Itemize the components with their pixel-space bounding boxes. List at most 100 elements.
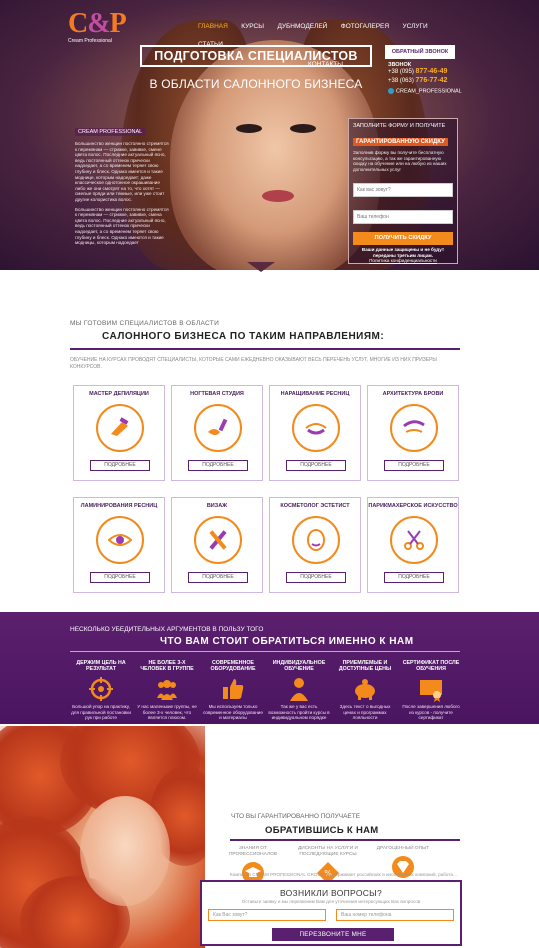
more-button[interactable]: ПОДРОБНЕЕ: [384, 572, 444, 583]
argument-desc: У нас маленькие группы, не более 3-х чел…: [137, 704, 197, 720]
course-card-brows[interactable]: АРХИТЕКТУРА БРОВИ ПОДРОБНЕЕ: [367, 385, 459, 481]
argument-certificate: СЕРТИФИКАТ ПОСЛЕ ОБУЧЕНИЯ После завершен…: [400, 660, 462, 721]
phone-number-2[interactable]: +38 (063) 776-77-42: [388, 77, 447, 84]
form-description: Заполнив форму вы получите бесплатную ко…: [353, 150, 447, 172]
argument-title: ПРИЕМЛЕМЫЕ И ДОСТУПНЫЕ ЦЕНЫ: [338, 660, 392, 673]
nav-item-gallery[interactable]: ФОТОГАЛЕРЕЯ: [341, 23, 389, 30]
piggy-bank-icon: [352, 676, 378, 702]
thumbs-up-icon: [220, 676, 246, 702]
argument-desc: Мы используем только современное оборудо…: [203, 704, 263, 720]
guarantee-subtitle: ЧТО ВЫ ГАРАНТИРОВАННО ПОЛУЧАЕТЕ: [231, 813, 361, 820]
nav-item-home[interactable]: ГЛАВНАЯ: [198, 23, 228, 30]
argument-individual: ИНДИВИДУАЛЬНОЕ ОБУЧЕНИЕ Так же у вас ест…: [268, 660, 330, 721]
group-icon: [154, 676, 180, 702]
target-icon: [88, 676, 114, 702]
course-title: НОГТЕВАЯ СТУДИЯ: [190, 391, 244, 397]
course-card-lash-lamination[interactable]: ЛАМИНИРОВАНИЯ РЕСНИЦ ПОДРОБНЕЕ: [73, 497, 165, 593]
logo-mark: C&P: [68, 8, 127, 39]
argument-title: ДЕРЖИМ ЦЕЛЬ НА РЕЗУЛЬТАТ: [76, 660, 126, 673]
guarantee-label: ЗНАНИЯ ОТ ПРОФЕССИОНАЛОВ: [228, 846, 278, 857]
course-title: КОСМЕТОЛОГ ЭСТЕТИСТ: [280, 503, 350, 509]
eye-icon: [96, 516, 144, 564]
course-title: ЛАМИНИРОВАНИЯ РЕСНИЦ: [80, 503, 158, 509]
call-me-button[interactable]: ПЕРЕЗВОНИТЕ МНЕ: [272, 928, 394, 941]
eyelash-icon: [292, 404, 340, 452]
more-button[interactable]: ПОДРОБНЕЕ: [384, 460, 444, 471]
privacy-note: Ваши данные защищены и не будут переданы…: [361, 247, 445, 263]
hero-eye-left: [236, 124, 262, 133]
guarantee-label: ДРАГОЦЕННЫЙ ОПЫТ: [376, 846, 430, 851]
arguments-subtitle: НЕСКОЛЬКО УБЕДИТЕЛЬНЫХ АРГУМЕНТОВ В ПОЛЬ…: [70, 626, 264, 633]
name-input[interactable]: [353, 183, 453, 197]
argument-desc: Здесь текст о выгодных ценах и программа…: [339, 704, 391, 720]
argument-title: СОВРЕМЕННОЕ ОБОРУДОВАНИЕ: [210, 660, 256, 673]
course-title: ВИЗАЖ: [206, 503, 228, 509]
more-button[interactable]: ПОДРОБНЕЕ: [90, 572, 150, 583]
course-title: НАРАЩИВАНИЕ РЕСНИЦ: [280, 391, 350, 397]
directions-subtitle: МЫ ГОТОВИМ СПЕЦИАЛИСТОВ В ОБЛАСТИ: [70, 320, 220, 327]
person-icon: [286, 676, 312, 702]
questions-text: Оставьте заявку и мы перезвоним Вам для …: [241, 899, 421, 904]
arguments-divider: [70, 651, 460, 652]
hero-subtitle: В ОБЛАСТИ САЛОННОГО БИЗНЕСА: [149, 77, 363, 91]
argument-title: НЕ БОЛЕЕ 3-Х ЧЕЛОВЕК В ГРУППЕ: [140, 660, 194, 673]
guarantee-label: ДИСКОНТЫ НА УСЛУГИ И ПОСЛЕДУЮЩИЕ КУРСЫ: [298, 846, 358, 857]
certificate-icon: [418, 676, 444, 702]
argument-title: СЕРТИФИКАТ ПОСЛЕ ОБУЧЕНИЯ: [402, 660, 460, 673]
course-card-hairdressing[interactable]: ПАРИКМАХЕРСКОЕ ИСКУССТВО ПОДРОБНЕЕ: [367, 497, 459, 593]
red-hair-model-photo: [0, 726, 205, 948]
more-button[interactable]: ПОДРОБНЕЕ: [286, 572, 346, 583]
argument-desc: Так же у вас есть возможность пройти кур…: [268, 704, 330, 720]
privacy-policy-link[interactable]: Политика конфиденциальности: [369, 258, 437, 263]
nav-item-services[interactable]: УСЛУГИ: [403, 23, 428, 30]
argument-desc: Большой упор на практику, для правильной…: [71, 704, 131, 720]
course-card-depilation[interactable]: МАСТЕР ДЕПИЛЯЦИИ ПОДРОБНЕЕ: [73, 385, 165, 481]
face-icon: [292, 516, 340, 564]
hero-paragraph-1: Большинство женщин постоянно стремятся к…: [75, 141, 169, 202]
eyebrow-icon: [390, 404, 438, 452]
course-card-lashes[interactable]: НАРАЩИВАНИЕ РЕСНИЦ ПОДРОБНЕЕ: [269, 385, 361, 481]
more-button[interactable]: ПОДРОБНЕЕ: [90, 460, 150, 471]
instagram-link[interactable]: CREAM_PROFESSIONAL: [388, 88, 462, 94]
course-title: АРХИТЕКТУРА БРОВИ: [382, 391, 444, 397]
question-name-input[interactable]: Как Вас зовут?: [208, 909, 326, 921]
hero-paragraph-2: Большинство женщин постоянно стремятся к…: [75, 206, 169, 246]
more-button[interactable]: ПОДРОБНЕЕ: [188, 460, 248, 471]
nav-item-courses[interactable]: КУРСЫ: [241, 23, 264, 30]
phone-number-1[interactable]: +38 (095) 877-46-49: [388, 68, 447, 75]
phone-input[interactable]: [353, 210, 453, 224]
logo[interactable]: C&P Cream Professional: [68, 8, 130, 44]
nav-item-models[interactable]: ДУБНМОДЕЛЕЙ: [277, 23, 327, 30]
argument-equipment: СОВРЕМЕННОЕ ОБОРУДОВАНИЕ Мы используем т…: [202, 660, 264, 721]
arguments-title: ЧТО ВАМ СТОИТ ОБРАТИТЬСЯ ИМЕННО К НАМ: [160, 636, 414, 647]
instagram-icon: [388, 88, 394, 94]
course-card-makeup[interactable]: ВИЗАЖ ПОДРОБНЕЕ: [171, 497, 263, 593]
course-card-nails[interactable]: НОГТЕВАЯ СТУДИЯ ПОДРОБНЕЕ: [171, 385, 263, 481]
callback-button[interactable]: ОБРАТНЫЙ ЗВОНОК: [385, 45, 455, 59]
hero-lips: [262, 190, 294, 202]
more-button[interactable]: ПОДРОБНЕЕ: [286, 460, 346, 471]
directions-description: ОБУЧЕНИЕ НА КУРСАХ ПРОВОДЯТ СПЕЦИАЛИСТЫ,…: [70, 357, 437, 370]
questions-form: ВОЗНИКЛИ ВОПРОСЫ? Оставьте заявку и мы п…: [200, 880, 462, 946]
guarantee-title: ОБРАТИВШИСЬ К НАМ: [265, 825, 379, 836]
hero-text-block: CREAM PROFESSIONAL Большинство женщин по…: [75, 120, 171, 263]
makeup-brush-icon: [194, 516, 242, 564]
more-button[interactable]: ПОДРОБНЕЕ: [188, 572, 248, 583]
get-discount-button[interactable]: ПОЛУЧИТЬ СКИДКУ: [353, 232, 453, 245]
hero-eye-right: [290, 124, 316, 133]
nail-polish-icon: [194, 404, 242, 452]
scissors-comb-icon: [390, 516, 438, 564]
questions-title: ВОЗНИКЛИ ВОПРОСЫ?: [279, 888, 383, 898]
argument-desc: После завершения любого из курсов - полу…: [402, 704, 460, 720]
hero-notch: [247, 262, 275, 272]
argument-prices: ПРИЕМЛЕМЫЕ И ДОСТУПНЫЕ ЦЕНЫ Здесь текст …: [334, 660, 396, 721]
directions-divider: [70, 348, 460, 350]
discount-form: ЗАПОЛНИТЕ ФОРМУ И ПОЛУЧИТЕ ГАРАНТИРОВАНН…: [348, 118, 458, 264]
hero-title: ПОДГОТОВКА СПЕЦИАЛИСТОВ: [140, 45, 372, 67]
depilation-icon: [96, 404, 144, 452]
course-card-cosmetology[interactable]: КОСМЕТОЛОГ ЭСТЕТИСТ ПОДРОБНЕЕ: [269, 497, 361, 593]
argument-result: ДЕРЖИМ ЦЕЛЬ НА РЕЗУЛЬТАТ Большой упор на…: [70, 660, 132, 721]
question-phone-input[interactable]: Ваш номер телефона: [336, 909, 454, 921]
hero-tag: CREAM PROFESSIONAL: [75, 128, 146, 136]
course-title: ПАРИКМАХЕРСКОЕ ИСКУССТВО: [368, 503, 458, 509]
